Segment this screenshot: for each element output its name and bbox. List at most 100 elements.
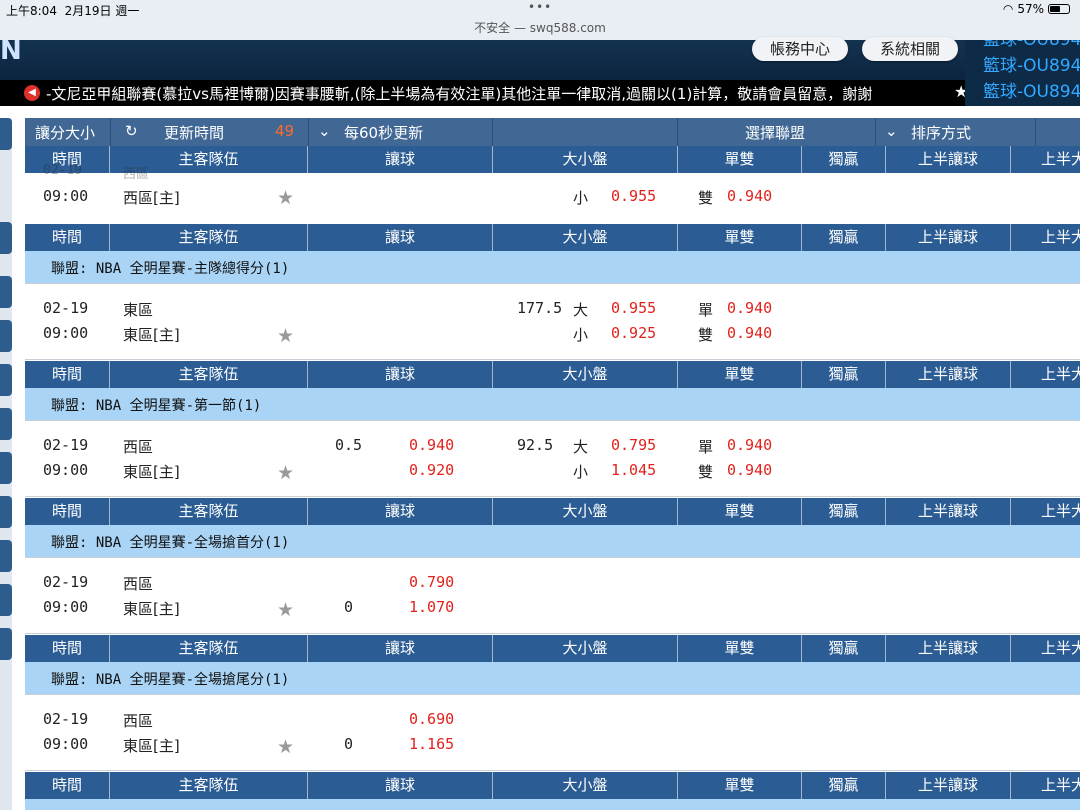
odds-value[interactable]: 0.940 [409, 436, 454, 454]
odds-value[interactable]: 0.940 [727, 324, 772, 342]
account-center-button[interactable]: 帳務中心 [752, 37, 848, 61]
match-row: 02-19 09:00 西區 東區[主] 0.790 0 1.070 ★ [25, 559, 1080, 633]
oe-side: 單 [698, 301, 714, 319]
megaphone-icon: ◀ [24, 85, 40, 101]
ticker-text: -文尼亞甲組聯賽(慕拉vs馬裡博爾)因賽事腰斬,(除上半場為有效注單)其他注單一… [46, 85, 873, 103]
team-home: 東區[主] [123, 737, 180, 755]
match-date: 02-19 [43, 710, 89, 728]
announcement-ticker: ◀ -文尼亞甲組聯賽(慕拉vs馬裡博爾)因賽事腰斬,(除上半場為有效注單)其他注… [0, 80, 965, 106]
match-row: 02-19 09:00 西區東區[主] 0.5 0.940 0.920 92.5 大 0.795… [25, 422, 1080, 496]
league-title: 聯盟: NBA 全明星賽-第一節(1) [51, 398, 262, 414]
odds-toolbar: 讓分大小 ↻ 更新時間 49 ⌄ 每60秒更新 選擇聯盟 ⌄ 排序方式 [25, 118, 1080, 146]
sidebar-tab[interactable] [0, 118, 12, 150]
tab-dots[interactable]: ••• [528, 0, 552, 14]
match-row: 02-19 09:00 東區東區[主] 177.5 大 0.955 小 0.925 單 0.940… [25, 285, 1080, 359]
column-header-row: 時間 主客隊伍 讓球 大小盤 單雙 獨贏 上半讓球 上半大 [25, 635, 1080, 662]
bet-slip-panel: 籃球-OU894 籃球-OU894 籃球-OU894 [965, 40, 1080, 106]
chevron-down-icon[interactable]: ⌄ [885, 122, 898, 140]
odds-value[interactable]: 0.940 [727, 299, 772, 317]
league-header[interactable] [25, 799, 1080, 810]
team-away: 東區 [123, 301, 154, 319]
odds-value[interactable]: 1.045 [611, 461, 656, 479]
sidebar-tab[interactable] [0, 584, 12, 616]
match-time: 09:00 [43, 598, 89, 616]
favorite-star-icon[interactable]: ★ [277, 599, 294, 621]
address-bar[interactable]: 不安全 — swq588.com [0, 19, 1080, 36]
site-logo: N [0, 36, 22, 66]
favorite-star-icon[interactable]: ★ [277, 187, 294, 209]
odds-value[interactable]: 0.940 [727, 187, 772, 205]
battery-icon [1048, 4, 1070, 14]
odds-value[interactable]: 0.920 [409, 461, 454, 479]
select-league-button[interactable]: 選擇聯盟 [745, 122, 805, 143]
odds-value[interactable]: 0.955 [611, 187, 656, 205]
odds-value[interactable]: 0.925 [611, 324, 656, 342]
league-header[interactable]: 聯盟: NBA 全明星賽-全場搶尾分(1) [25, 662, 1080, 694]
odds-value[interactable]: 0.790 [409, 573, 454, 591]
odds-value[interactable]: 0.940 [727, 436, 772, 454]
odds-value[interactable]: 1.070 [409, 598, 454, 616]
sidebar-tab[interactable] [0, 364, 12, 396]
oe-side: 單 [698, 438, 714, 456]
site-header: N 帳務中心 系統相關 [0, 36, 965, 80]
odds-value[interactable]: 0.690 [409, 710, 454, 728]
refresh-interval-select[interactable]: 每60秒更新 [344, 122, 423, 143]
sidebar-tab[interactable] [0, 276, 12, 308]
match-date: 02-19 [43, 573, 89, 591]
system-button[interactable]: 系統相關 [862, 37, 958, 61]
ou-line: 177.5 [517, 299, 563, 317]
sidebar-tab[interactable] [0, 408, 12, 440]
sidebar-tab[interactable] [0, 320, 12, 352]
league-title: 聯盟: NBA 全明星賽-主隊總得分(1) [51, 261, 290, 277]
ou-side: 大 [573, 438, 589, 456]
team-away: 西區 [123, 438, 154, 456]
favorite-star-icon[interactable]: ★ [277, 325, 294, 347]
refresh-icon[interactable]: ↻ [125, 122, 138, 140]
wifi-icon: ◠ [1002, 2, 1014, 16]
match-time: 09:00 [43, 735, 89, 753]
odds-value[interactable]: 1.165 [409, 735, 454, 753]
sidebar-tab[interactable] [0, 452, 12, 484]
league-header[interactable]: 聯盟: NBA 全明星賽-全場搶首分(1) [25, 525, 1080, 557]
odds-size-menu[interactable]: 讓分大小 [35, 122, 95, 143]
ou-side: 小 [573, 463, 589, 481]
handicap-line: 0 [344, 735, 354, 753]
favorite-star-icon[interactable]: ★ [277, 736, 294, 758]
slip-item[interactable]: 籃球-OU894 [965, 40, 1080, 53]
refresh-countdown: 49 [275, 122, 295, 140]
match-date: 02-19 [43, 299, 89, 317]
match-time: 09:00 [43, 461, 89, 479]
favorite-star-icon[interactable]: ★ [277, 462, 294, 484]
ou-line: 92.5 [517, 436, 554, 454]
slip-item[interactable]: 籃球-OU894 [965, 53, 1080, 79]
status-bar: 上午8:04 2月19日 週一 ••• 不安全 — swq588.com ◠ 5… [0, 0, 1080, 40]
handicap-line: 0.5 [335, 436, 363, 454]
odds-value[interactable]: 0.955 [611, 299, 656, 317]
sidebar-tab[interactable] [0, 540, 12, 572]
column-header-row: 時間 主客隊伍 讓球 大小盤 單雙 獨贏 上半讓球 上半大 [25, 498, 1080, 525]
odds-value[interactable]: 0.795 [611, 436, 656, 454]
sidebar-tab[interactable] [0, 496, 12, 528]
ou-side: 小 [573, 326, 589, 344]
team-home: 東區[主] [123, 326, 180, 344]
status-right: ◠ 57% [1003, 2, 1070, 16]
status-time: 上午8:04 2月19日 週一 [6, 4, 140, 18]
match-date: 02-19 [43, 436, 89, 454]
refresh-button[interactable]: 更新時間 [164, 122, 224, 143]
match-time: 09:00 [43, 324, 89, 342]
ou-side: 大 [573, 301, 589, 319]
team-home: 東區[主] [123, 463, 180, 481]
sidebar-tab[interactable] [0, 222, 12, 254]
match-row: 02-19 09:00 西區東區[主] 0.690 0 1.165 ★ [25, 696, 1080, 770]
slip-item[interactable]: 籃球-OU894 [965, 79, 1080, 105]
team-away: 西區 [123, 575, 154, 593]
star-icon: ★ [954, 82, 965, 101]
sidebar-tab[interactable] [0, 628, 12, 660]
sort-select[interactable]: 排序方式 [911, 122, 971, 143]
odds-value[interactable]: 0.940 [727, 461, 772, 479]
team-away: 西區 [123, 712, 154, 730]
league-header[interactable]: 聯盟: NBA 全明星賽-第一節(1) [25, 388, 1080, 420]
league-header[interactable]: 聯盟: NBA 全明星賽-主隊總得分(1) [25, 251, 1080, 283]
chevron-down-icon[interactable]: ⌄ [318, 122, 331, 140]
oe-side: 雙 [698, 463, 714, 481]
